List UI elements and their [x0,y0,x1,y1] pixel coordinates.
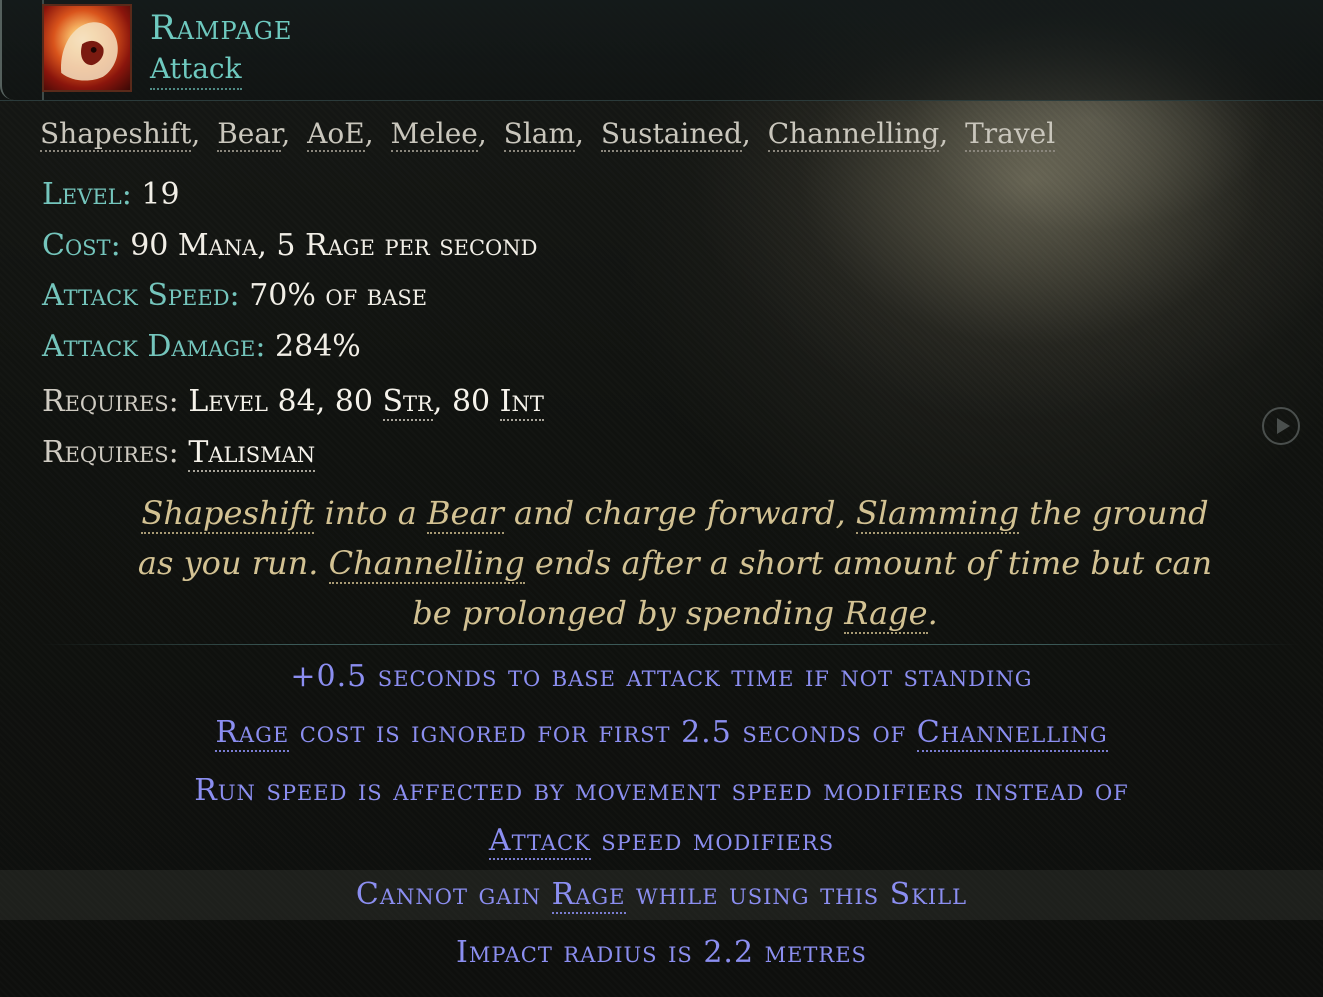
skill-type[interactable]: Attack [150,50,242,90]
stat-attack-damage: Attack Damage: 284% [42,326,361,368]
modifier-text: cost is ignored for first 2.5 seconds of [289,715,917,750]
stat-level: Level: 19 [42,174,180,216]
mod-kw-rage[interactable]: Rage [215,715,290,752]
requires-str[interactable]: Str [382,384,433,421]
requires-level: Level 84, 80 [188,384,383,419]
mod-kw-rage[interactable]: Rage [551,877,626,914]
tag-shapeshift[interactable]: Shapeshift [40,117,192,152]
tag-melee[interactable]: Melee [390,117,478,152]
requires-label: Requires: [42,384,179,419]
tag-channelling[interactable]: Channelling [767,117,940,152]
modifier-text: speed modifiers [590,823,835,858]
level-value: 19 [141,177,180,212]
stat-attack-speed: Attack Speed: 70% of base [42,275,427,317]
desc-kw-bear[interactable]: Bear [426,494,504,534]
divider [40,644,1300,645]
mod-kw-attack[interactable]: Attack [488,823,591,860]
modifier-rage-cost: Rage cost is ignored for first 2.5 secon… [0,708,1323,758]
attack-damage-value: 284% [275,329,361,364]
modifier-attack-time: +0.5 seconds to base attack time if not … [0,652,1323,702]
mod-kw-channelling[interactable]: Channelling [916,715,1108,752]
requires-label: Requires: [42,435,179,470]
desc-text: . [927,594,938,632]
desc-kw-rage[interactable]: Rage [844,594,928,634]
modifier-run-speed: Run speed is affected by movement speed … [0,766,1323,866]
attack-speed-label: Attack Speed: [42,278,240,313]
modifier-text: Impact radius is 2.2 metres [456,935,867,970]
stat-cost: Cost: 90 Mana, 5 Rage per second [42,225,537,267]
desc-kw-shapeshift[interactable]: Shapeshift [141,494,315,534]
modifier-impact-radius: Impact radius is 2.2 metres [0,928,1323,978]
modifier-text: Cannot gain [355,877,552,912]
cost-label: Cost: [42,228,121,263]
requires-int[interactable]: Int [499,384,544,421]
desc-text: and charge forward, [503,494,856,532]
frame-ornament [0,0,44,100]
cost-value: 90 Mana, 5 Rage per second [130,228,538,263]
requires-separator: , 80 [432,384,500,419]
modifier-text: Run speed is affected by movement speed … [194,773,1129,808]
requirement-level-attributes: Requires: Level 84, 80 Str, 80 Int [42,381,544,423]
skill-name: Rampage [150,8,293,48]
tooltip-header: Rampage Attack [0,0,1323,101]
desc-text: ends after a short amount of time but ca… [412,544,1213,632]
tag-travel[interactable]: Travel [965,117,1056,152]
tag-aoe[interactable]: AoE [307,117,365,152]
desc-text: into a [314,494,427,532]
play-icon [1276,418,1290,434]
modifier-text: while using this [625,877,890,912]
skill-modifiers: +0.5 seconds to base attack time if not … [0,652,1323,978]
requires-weapon[interactable]: Talisman [188,435,316,472]
requirement-weapon: Requires: Talisman [42,432,316,474]
level-label: Level: [42,177,132,212]
skill-tags: Shapeshift, Bear, AoE, Melee, Slam, Sust… [40,117,1056,152]
desc-kw-channelling[interactable]: Channelling [328,544,525,584]
attack-damage-label: Attack Damage: [42,329,266,364]
bear-rampage-icon [42,4,132,92]
tag-slam[interactable]: Slam [503,117,576,152]
modifier-cannot-gain-rage: Cannot gain Rage while using this Skill [0,870,1323,920]
skill-description: Shapeshift into a Bear and charge forwar… [120,488,1230,638]
attack-speed-value: 70% of base [249,278,428,313]
desc-kw-slamming[interactable]: Slamming [855,494,1020,534]
modifier-text: +0.5 seconds to base attack time if not … [290,659,1033,694]
tag-bear[interactable]: Bear [217,117,282,152]
mod-skill-word: Skill [889,877,968,912]
tag-sustained[interactable]: Sustained [600,117,742,152]
play-video-button[interactable] [1262,407,1300,445]
